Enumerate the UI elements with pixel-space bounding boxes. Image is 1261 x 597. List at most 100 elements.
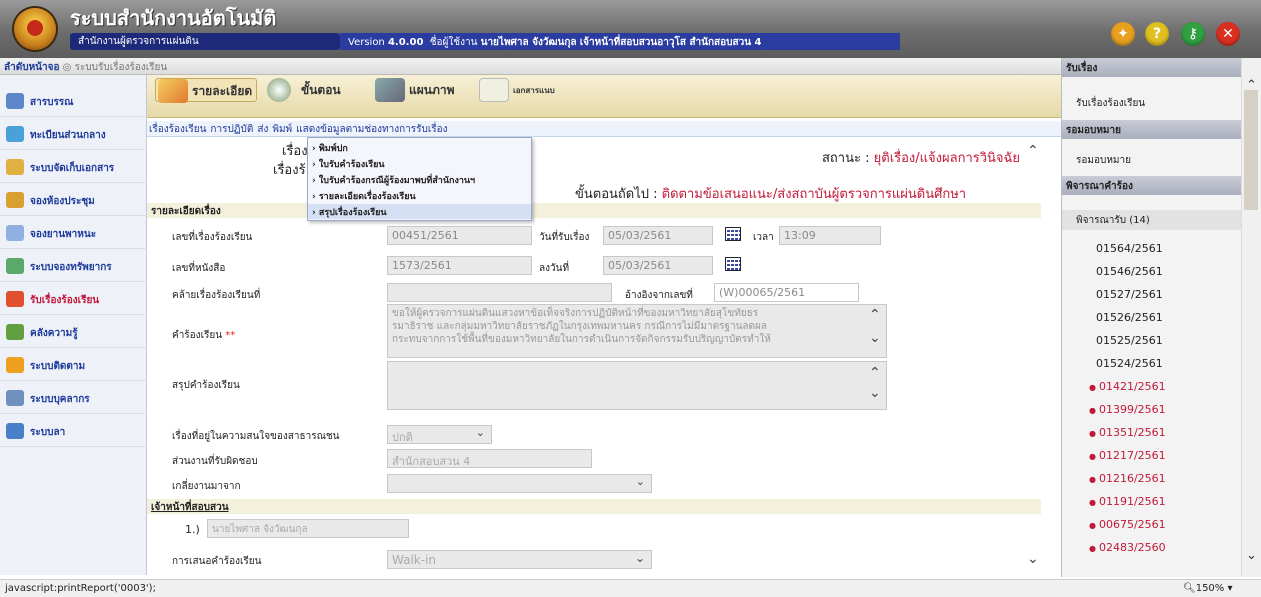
mediation-label: เกลี่ยงานมาจาก [172,481,241,492]
case-list-item[interactable]: 01216/2561 [1089,472,1166,485]
sidebar-item-label: จองห้องประชุม [30,196,95,207]
print-menu-item[interactable]: › พิมพ์ปก [308,140,531,155]
department-field[interactable]: สำนักสอบสวน 4 [387,449,592,468]
status-label: สถานะ : [822,151,870,166]
key-icon[interactable]: ⚷ [1181,22,1205,46]
case-list-item[interactable]: 01399/2561 [1089,403,1166,416]
knowledge-icon [6,324,24,340]
map-tab[interactable]: แผนภาพ [373,78,459,102]
scroll-down-icon[interactable]: ⌄ [869,385,881,401]
print-menu-item[interactable]: › ใบรับคำร้องเรียน [308,156,531,171]
letter-no-field[interactable]: 1573/2561 [387,256,532,275]
letter-date-field[interactable]: 05/03/2561 [603,256,713,275]
panel-item-consider[interactable]: พิจารณารับ (14) [1062,210,1242,230]
case-list-item[interactable]: 00675/2561 [1089,518,1166,531]
sidebar-item-label: ระบบจองทรัพยากร [30,262,112,273]
complaint-no-label: เลขที่เรื่องร้องเรียน [172,232,253,243]
case-list-item[interactable]: 02483/2560 [1089,541,1166,554]
details-tab[interactable]: รายละเอียด [155,78,258,103]
vehicle-icon [6,225,24,241]
sidebar-item[interactable]: ระบบติดตาม [0,351,147,381]
similar-field[interactable] [387,283,612,302]
steps-tab-label: ขั้นตอน [301,83,341,97]
scroll-down-icon[interactable]: ⌄ [1246,548,1257,563]
panel-header-consider: พิจารณาคำร้อง [1062,176,1242,195]
sidebar-item-label: ระบบบุคลากร [30,394,90,405]
public-interest-select[interactable]: ปกติ ⌄ [387,425,492,444]
scroll-up-icon[interactable]: ⌃ [1027,143,1039,159]
officer-index: 1.) [185,523,200,536]
print-menu-item[interactable]: › ใบรับคำร้องกรณีผู้ร้องมาพบที่สำนักงานฯ [308,172,531,187]
officer-name-field[interactable]: นายไพศาล จังวัฒนกุล [207,519,409,538]
menu-item[interactable]: พิมพ์ [272,124,292,135]
menu-item[interactable]: เรื่องร้องเรียน [149,124,206,135]
document-icon [479,78,509,102]
complaint-icon [6,291,24,307]
moon-icon[interactable]: ✦ [1111,22,1135,46]
scroll-down-icon[interactable]: ⌄ [1027,551,1039,567]
right-scrollbar[interactable]: ⌃ ⌄ [1241,58,1261,577]
scroll-down-icon[interactable]: ⌄ [869,330,881,346]
case-list-item[interactable]: 01421/2561 [1089,380,1166,393]
sidebar-item[interactable]: คลังความรู้ [0,318,147,348]
sidebar-item[interactable]: ระบบจองทรัพยากร [0,252,147,282]
calendar-icon[interactable] [725,257,741,271]
zoom-value: 150% [1195,583,1225,594]
status-bar: javascript:printReport('0003'); 🔍︎150% ▾ [0,579,1261,597]
meeting-room-icon [6,192,24,208]
ref-field[interactable]: (W)00065/2561 [714,283,859,302]
scroll-up-icon[interactable]: ⌃ [869,307,881,323]
scroll-thumb[interactable] [1244,90,1258,210]
sidebar-item[interactable]: ทะเบียนส่วนกลาง [0,120,147,150]
received-date-field[interactable]: 05/03/2561 [603,226,713,245]
calendar-icon[interactable] [725,227,741,241]
channel-select[interactable]: Walk-in ⌄ [387,550,652,569]
help-icon[interactable]: ? [1145,22,1169,46]
sidebar-item[interactable]: จองห้องประชุม [0,186,147,216]
sidebar-item[interactable]: รับเรื่องร้องเรียน [0,285,147,315]
sidebar-item[interactable]: ระบบจัดเก็บเอกสาร [0,153,147,183]
case-list-item[interactable]: 01527/2561 [1096,288,1163,301]
panel-item-await[interactable]: รอมอบหมาย [1062,150,1242,170]
archive-icon [6,159,24,175]
steps-tab[interactable]: ขั้นตอน [265,78,345,102]
breadcrumb-path[interactable]: ระบบรับเรื่องร้องเรียน [75,62,168,73]
request-textarea[interactable]: ขอให้ผู้ตรวจการแผ่นดินแสวงหาข้อเท็จจริงก… [387,304,887,358]
mediation-select[interactable]: ⌄ [387,474,652,493]
sidebar-item-label: ระบบลา [30,427,66,438]
case-list-item[interactable]: 01546/2561 [1096,265,1163,278]
case-list-item[interactable]: 01525/2561 [1096,334,1163,347]
print-menu-item[interactable]: › สรุปเรื่องร้องเรียน [308,204,531,219]
menu-item[interactable]: แสดงข้อมูลตามช่องทางการรับเรื่อง [296,124,447,135]
breadcrumb-prefix: ลำดับหน้าจอ [4,62,60,73]
case-list-item[interactable]: 01191/2561 [1089,495,1166,508]
menu-item[interactable]: การปฏิบัติ [210,124,253,135]
right-panel: รับเรื่อง รับเรื่องร้องเรียน รอมอบหมาย ร… [1061,58,1242,577]
print-menu-item[interactable]: › รายละเอียดเรื่องร้องเรียน [308,188,531,203]
case-list-item[interactable]: 01526/2561 [1096,311,1163,324]
attachments-tab[interactable]: เอกสารแนบ [477,78,559,102]
sidebar-item[interactable]: ระบบบุคลากร [0,384,147,414]
panel-item-receive-complaint[interactable]: รับเรื่องร้องเรียน [1062,93,1242,113]
summary-textarea[interactable] [387,361,887,410]
version-prefix: Version [348,37,385,48]
ref-label: อ้างอิงจากเลขที่ [625,290,693,301]
zoom-indicator[interactable]: 🔍︎150% ▾ [1183,583,1233,594]
scroll-up-icon[interactable]: ⌃ [869,365,881,381]
case-list-item[interactable]: 01351/2561 [1089,426,1166,439]
case-list-item[interactable]: 01564/2561 [1096,242,1163,255]
sidebar-item[interactable]: สารบรรณ [0,87,147,117]
sidebar-item[interactable]: จองยานพาหนะ [0,219,147,249]
menu-item[interactable]: ส่ง [257,124,268,135]
map-tab-label: แผนภาพ [409,83,455,97]
sidebar-item-label: ระบบติดตาม [30,361,86,372]
request-text-line: รมาธิราช และกลุ่มมหาวิทยาลัยราชภัฏในกรุง… [392,321,768,332]
close-icon[interactable]: ✕ [1216,22,1240,46]
panel-header-await: รอมอบหมาย [1062,120,1242,139]
case-list-item[interactable]: 01217/2561 [1089,449,1166,462]
sidebar-item[interactable]: ระบบลา [0,417,147,447]
tracking-icon [6,357,24,373]
time-field[interactable]: 13:09 [779,226,881,245]
complaint-no-field[interactable]: 00451/2561 [387,226,532,245]
case-list-item[interactable]: 01524/2561 [1096,357,1163,370]
